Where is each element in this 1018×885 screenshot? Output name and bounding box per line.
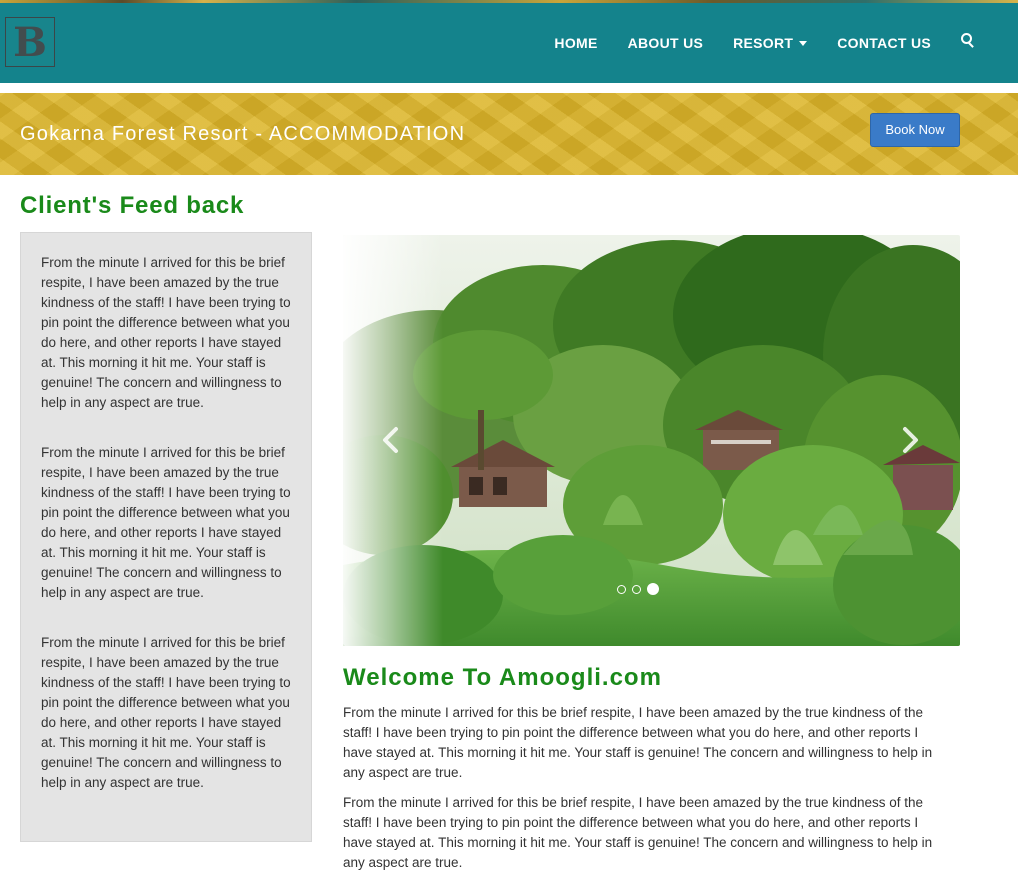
welcome-heading: Welcome To Amoogli.com [343,664,662,691]
welcome-paragraph: From the minute I arrived for this be br… [343,705,933,780]
testimonial-text: From the minute I arrived for this be br… [41,255,291,410]
nav-contact-us[interactable]: CONTACT US [837,35,931,51]
nav-home[interactable]: HOME [554,35,597,51]
navbar: B HOME ABOUT US RESORT CONTACT US [0,3,1018,83]
carousel-indicators [617,583,665,595]
nav-about-us-label: ABOUT US [627,35,704,51]
search-icon[interactable] [961,33,975,48]
nav-contact-us-label: CONTACT US [837,35,931,51]
logo[interactable]: B [5,17,55,67]
page-header-band: Gokarna Forest Resort - ACCOMMODATION Bo… [0,93,1018,175]
page-title: Gokarna Forest Resort - ACCOMMODATION [20,123,466,145]
carousel-indicator[interactable] [632,584,641,594]
search-icon-handle [968,42,974,48]
carousel-prev-button[interactable] [376,425,406,455]
caret-down-icon [799,41,808,46]
carousel-indicator-active[interactable] [647,583,659,595]
nav-resort-dropdown[interactable]: RESORT [733,35,808,51]
testimonial-text: From the minute I arrived for this be br… [41,445,291,600]
logo-letter: B [13,19,47,66]
chevron-right-icon [903,427,918,453]
testimonial-text: From the minute I arrived for this be br… [41,635,291,790]
welcome-paragraph: From the minute I arrived for this be br… [343,795,933,870]
chevron-left-icon [383,427,398,453]
image-carousel[interactable] [343,235,960,646]
carousel-next-button[interactable] [895,425,925,455]
nav-home-label: HOME [554,35,598,51]
nav-resort-label: RESORT [733,35,794,51]
feedback-heading: Client's Feed back [20,192,245,219]
book-now-button[interactable]: Book Now [870,113,960,147]
main-nav: HOME ABOUT US RESORT CONTACT US [554,3,1018,83]
nav-about-us[interactable]: ABOUT US [628,35,704,51]
feedback-panel: From the minute I arrived for this be br… [20,232,312,842]
carousel-indicator[interactable] [617,584,626,594]
